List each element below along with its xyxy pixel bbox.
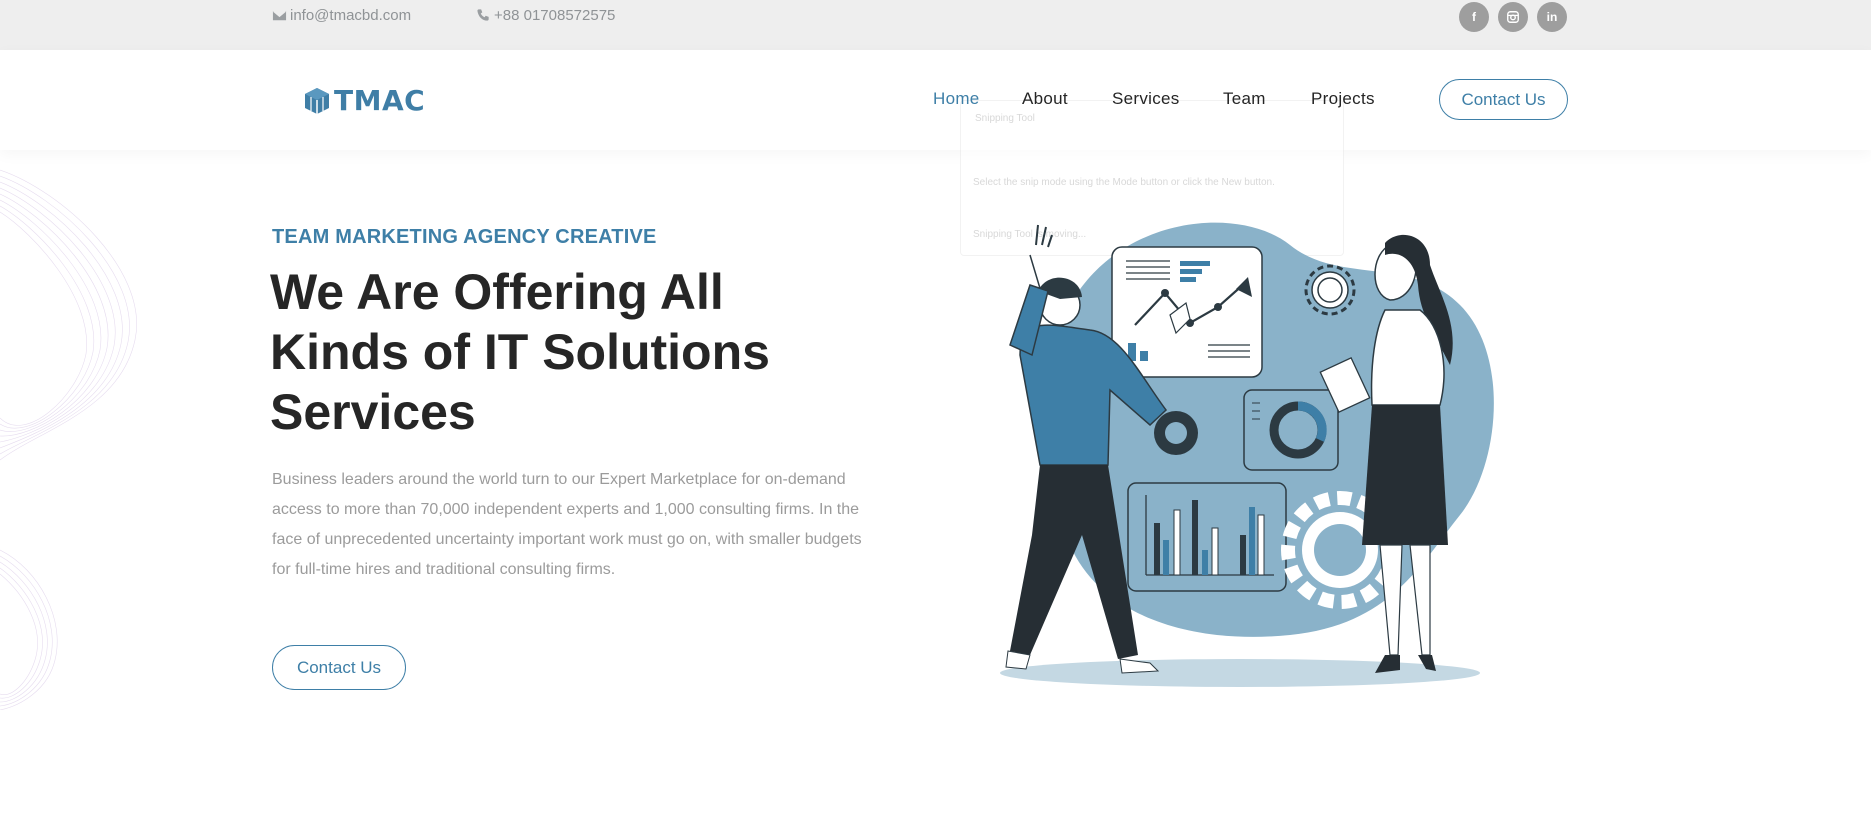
ground-shadow xyxy=(1000,659,1480,687)
instagram-link[interactable] xyxy=(1498,2,1528,32)
facebook-icon: f xyxy=(1472,10,1476,24)
nav-projects[interactable]: Projects xyxy=(1311,89,1375,109)
top-bar: info@tmacbd.com +88 01708572575 f in xyxy=(0,0,1871,50)
email-text: info@tmacbd.com xyxy=(290,7,412,24)
team-analytics-illustration xyxy=(1000,222,1494,687)
hero-headline: We Are Offering All Kinds of IT Solution… xyxy=(270,264,770,440)
instagram-icon xyxy=(1507,11,1519,23)
logo-text: TMAC xyxy=(334,84,426,117)
hero-eyebrow: TEAM MARKETING AGENCY CREATIVE xyxy=(272,226,657,248)
linkedin-icon: in xyxy=(1546,10,1558,24)
bar-chart-board xyxy=(1127,482,1287,592)
donut-chart-board xyxy=(1243,389,1339,471)
nav-about[interactable]: About xyxy=(1022,89,1068,109)
overlay-title: Snipping Tool xyxy=(975,113,1035,124)
email-link[interactable]: info@tmacbd.com xyxy=(272,7,411,24)
nav-home[interactable]: Home xyxy=(933,89,980,109)
facebook-link[interactable]: f xyxy=(1459,2,1489,32)
main-header: TMAC Snipping Tool Select the snip mode … xyxy=(0,50,1871,256)
hero-contact-button[interactable]: Contact Us xyxy=(272,645,406,690)
decorative-wave-lines xyxy=(0,169,137,710)
linkedin-link[interactable]: in xyxy=(1537,2,1567,32)
logo-cube-icon xyxy=(305,87,329,114)
nav-team[interactable]: Team xyxy=(1223,89,1266,109)
envelope-icon xyxy=(272,10,287,21)
logo[interactable]: TMAC xyxy=(304,84,425,117)
nav-services[interactable]: Services xyxy=(1112,89,1180,109)
overlay-hint: Select the snip mode using the Mode butt… xyxy=(973,177,1275,188)
phone-icon xyxy=(477,9,489,21)
header-contact-button[interactable]: Contact Us xyxy=(1439,79,1568,120)
phone-link[interactable]: +88 01708572575 xyxy=(476,7,615,24)
small-gear-icon xyxy=(1154,411,1198,455)
hero-description: Business leaders around the world turn t… xyxy=(272,471,862,578)
phone-text: +88 01708572575 xyxy=(494,7,616,24)
